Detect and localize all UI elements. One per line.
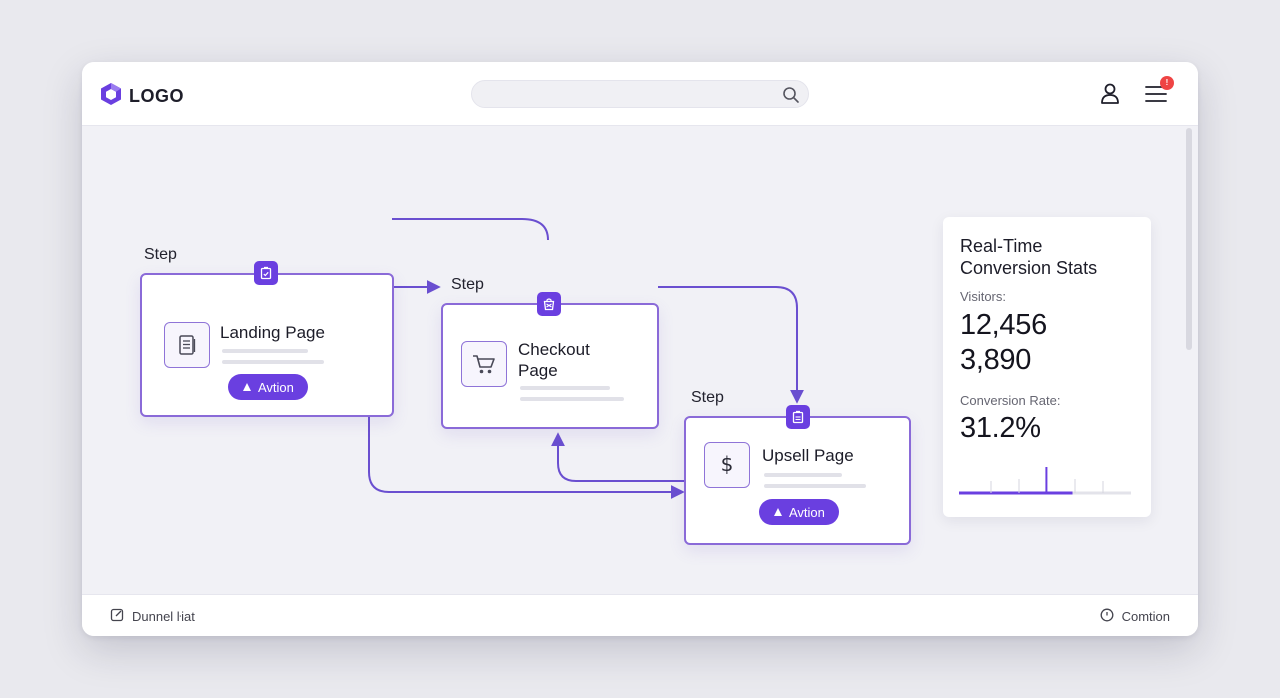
placeholder-bar	[764, 473, 842, 477]
node-title-line-2: Page	[518, 361, 558, 380]
placeholder-bar	[222, 360, 324, 364]
footer-left-label: Dunnel ŀiat	[132, 609, 195, 624]
step-label-1: Step	[144, 246, 177, 263]
action-button[interactable]: Avtion	[759, 499, 839, 525]
funnel-node-checkout-page[interactable]: Checkout Page	[441, 303, 659, 429]
document-icon	[164, 322, 210, 368]
clipboard-icon	[786, 405, 810, 429]
clock-icon	[1100, 608, 1114, 625]
action-button-label: Avtion	[258, 379, 294, 395]
funnel-node-upsell-page[interactable]: $ Upsell Page Avtion	[684, 416, 911, 545]
connector-upsell-to-checkout	[551, 432, 685, 482]
placeholder-bar	[520, 397, 624, 401]
notification-badge: !	[1160, 76, 1174, 90]
placeholder-bar	[520, 386, 610, 390]
connector-checkout-to-upsell	[658, 286, 804, 404]
node-title: Landing Page	[220, 323, 325, 342]
svg-text:$: $	[721, 452, 734, 476]
action-button-label: Avtion	[789, 504, 825, 520]
app-window: LOGO ! Step Landing Page Avtion Step Che…	[82, 62, 1198, 636]
connector-landing-to-checkout-top	[392, 218, 549, 241]
node-title: Upsell Page	[762, 446, 854, 465]
search-icon[interactable]	[782, 86, 800, 109]
stats-title-line-2: Conversion Stats	[960, 258, 1098, 278]
footer-left-item[interactable]: Dunnel ŀiat	[110, 608, 195, 625]
footer-right-item[interactable]: Comtion	[1100, 608, 1170, 625]
conversion-progress-bar	[959, 467, 1131, 495]
node-title-line-1: Checkout	[518, 340, 590, 359]
visitors-label: Visitors:	[960, 289, 1006, 304]
footer-bar: Dunnel ŀiat Comtion	[82, 594, 1198, 636]
vertical-scrollbar[interactable]	[1186, 128, 1192, 350]
clipboard-icon	[254, 261, 278, 285]
logo-hexagon-icon	[100, 82, 122, 111]
dollar-icon: $	[704, 442, 750, 488]
conversions-value: 3,890	[960, 344, 1032, 376]
footer-right-label: Comtion	[1121, 609, 1170, 624]
step-label-3: Step	[691, 389, 724, 406]
cart-icon	[461, 341, 507, 387]
logo-text: LOGO	[129, 86, 184, 106]
search-bar[interactable]	[471, 80, 809, 108]
funnel-node-landing-page[interactable]: Landing Page Avtion	[140, 273, 394, 417]
conversion-rate-value: 31.2%	[960, 412, 1041, 444]
logo[interactable]: LOGO	[100, 82, 184, 111]
edit-icon	[110, 608, 124, 625]
placeholder-bar	[222, 349, 308, 353]
top-bar: LOGO !	[82, 62, 1198, 126]
visitors-value: 12,456	[960, 309, 1047, 341]
bag-icon	[537, 292, 561, 316]
conversion-rate-label: Conversion Rate:	[960, 393, 1061, 408]
stats-title-line-1: Real-Time	[960, 236, 1043, 256]
cone-icon	[773, 505, 783, 520]
placeholder-bar	[764, 484, 866, 488]
funnel-canvas: Step Landing Page Avtion Step Checkout P…	[82, 126, 1198, 594]
cone-icon	[242, 380, 252, 395]
conversion-stats-card: Real-Time Conversion Stats Visitors: 12,…	[943, 217, 1151, 517]
step-label-2: Step	[451, 276, 484, 293]
user-icon[interactable]	[1099, 82, 1121, 109]
action-button[interactable]: Avtion	[228, 374, 308, 400]
